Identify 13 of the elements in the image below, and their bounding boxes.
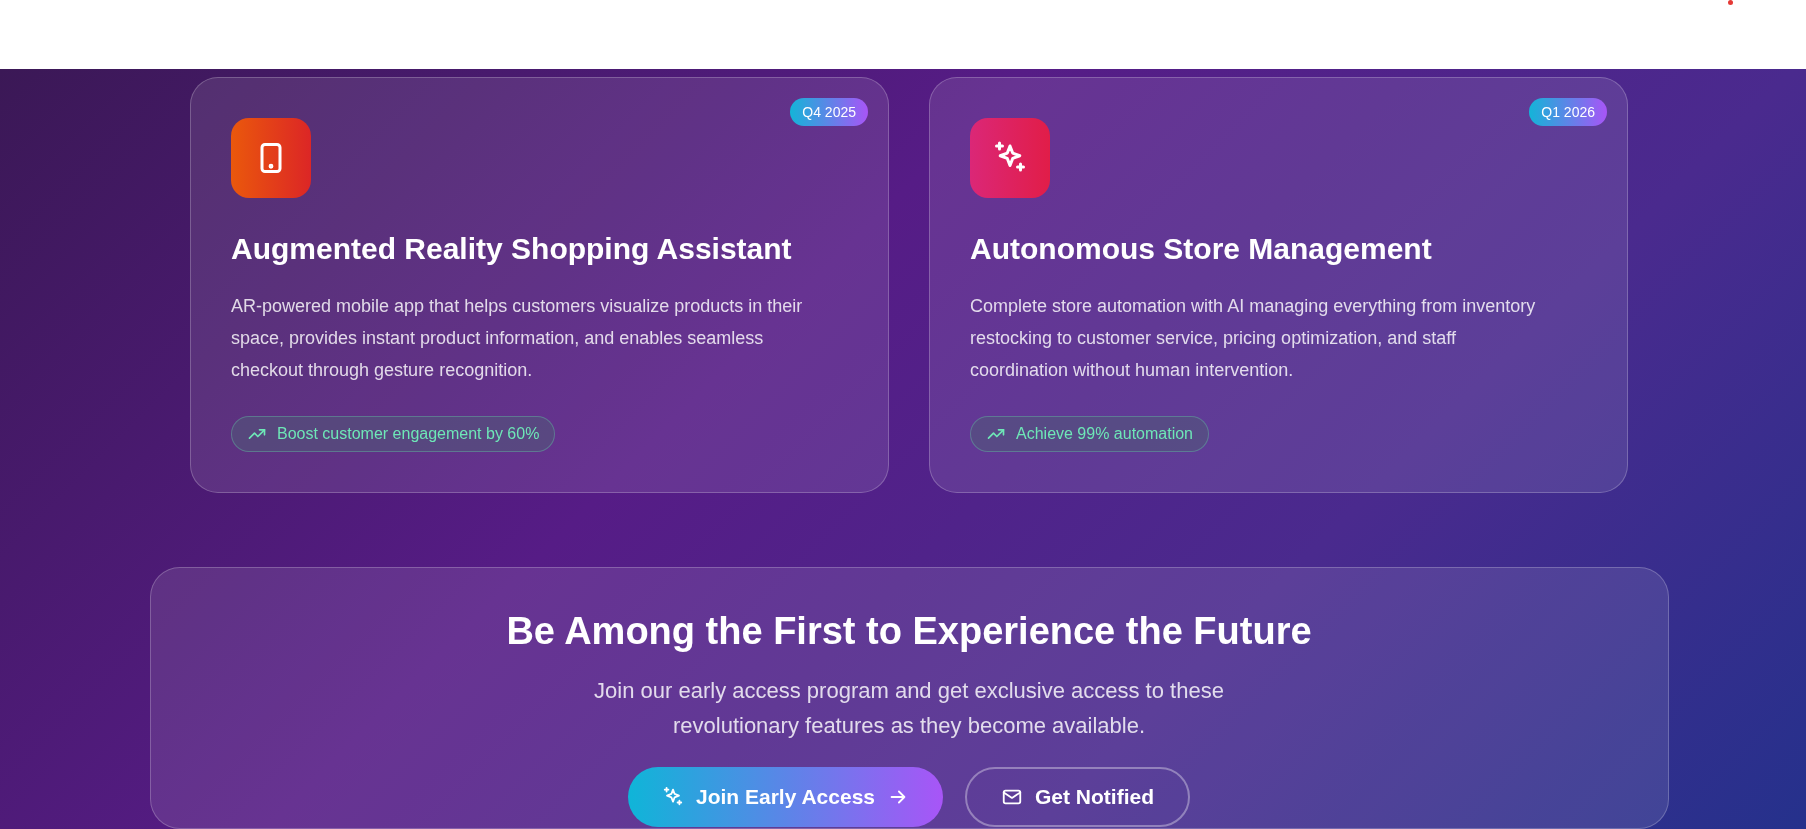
card-title: Autonomous Store Management <box>970 232 1433 266</box>
date-badge: Q4 2025 <box>790 98 868 126</box>
card-title: Augmented Reality Shopping Assistant <box>231 232 793 266</box>
card-description: Complete store automation with AI managing everything from inventory restocking to customer service, pricing optimization, and staff coordination without human intervention. <box>970 295 1537 382</box>
impact-text: Boost customer engagement by 60% <box>277 425 540 443</box>
notify-button[interactable]: Get Notified <box>965 767 1190 827</box>
card-description: AR-powered mobile app that helps customers visualize products in their space, provides instant product information, and enables seamless checkout through gesture recognition. <box>231 295 804 382</box>
notification-dot <box>1728 0 1733 5</box>
sparkles-icon <box>662 786 684 808</box>
cta-heading: Be Among the First to Experience the Future <box>506 610 1312 653</box>
impact-text: Achieve 99% automation <box>1016 425 1193 443</box>
cta-text: Join our early access program and get exclusive access to these revolutionary features as they become available. <box>593 677 1225 740</box>
date-badge: Q1 2026 <box>1529 98 1607 126</box>
